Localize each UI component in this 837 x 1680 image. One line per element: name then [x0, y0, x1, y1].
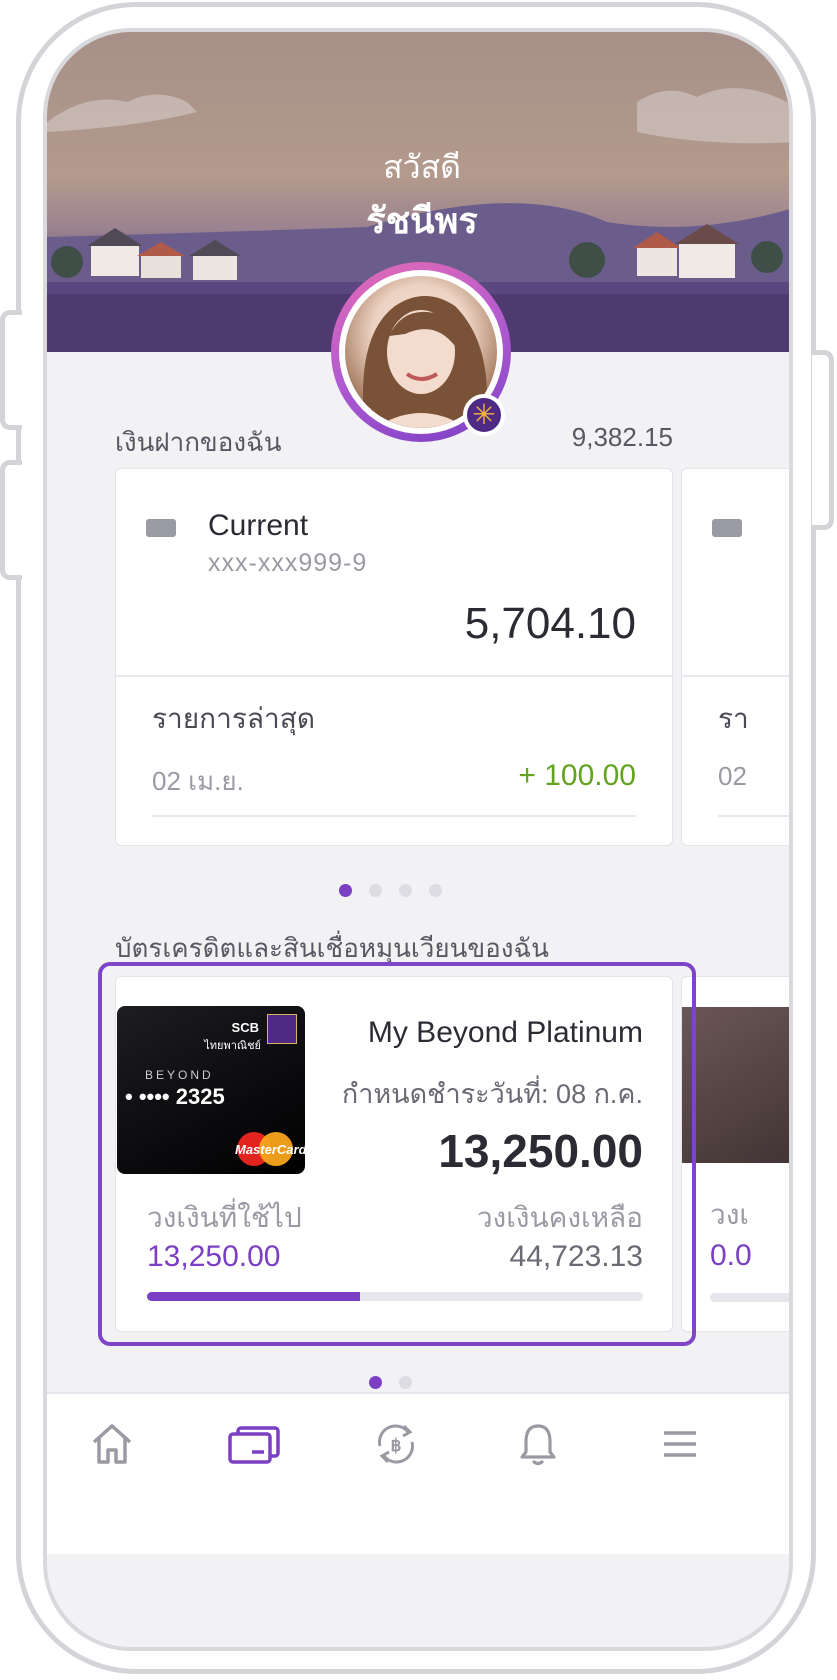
divider [718, 815, 789, 817]
recent-transaction-amount: + 100.00 [518, 759, 636, 792]
account-card-icon [146, 519, 176, 537]
profile-avatar[interactable]: ✳ [331, 262, 511, 442]
divider [116, 675, 672, 677]
app-screen: สวัสดี รัชนีพร ✳ เงินฝากของฉัน 9,382.15 … [43, 28, 793, 1651]
bitcoin-exchange-icon: ฿ [378, 1424, 414, 1464]
phone-side-button [812, 350, 834, 530]
account-balance: 5,704.10 [464, 599, 636, 648]
used-limit-value: 0.0 [710, 1239, 752, 1272]
card-image [682, 1007, 789, 1163]
nav-home[interactable] [72, 1414, 152, 1474]
user-name: รัชนีพร [366, 200, 478, 241]
phone-side-button [0, 310, 22, 430]
recent-transaction-date: 02 เม.ย. [152, 766, 244, 796]
bell-icon [520, 1424, 556, 1466]
deposits-pager-dot[interactable] [399, 884, 412, 897]
credit-card-highlight [98, 962, 696, 1346]
menu-icon [664, 1431, 696, 1457]
greeting-text: สวัสดี [383, 149, 461, 185]
credit-pager-dot[interactable] [369, 1376, 382, 1389]
home-icon [92, 1424, 132, 1464]
account-card-next[interactable]: รา 02 [681, 468, 789, 846]
recent-transaction-title: รา [718, 703, 749, 734]
phone-side-button [0, 460, 22, 580]
used-limit-label: วงเ [710, 1199, 749, 1230]
account-name: Current [208, 509, 309, 542]
credit-card-next[interactable]: วงเ 0.0 [681, 976, 789, 1332]
recent-transaction-date: 02 [718, 761, 747, 791]
deposits-total: 9,382.15 [571, 422, 673, 452]
cards-icon [228, 1426, 280, 1464]
divider [152, 815, 636, 817]
nav-transfer[interactable]: ฿ [356, 1414, 436, 1474]
usage-bar [710, 1293, 789, 1302]
deposits-title: เงินฝากของฉัน [115, 427, 282, 457]
account-number: xxx-xxx999-9 [208, 549, 368, 577]
deposits-pager-dot[interactable] [429, 884, 442, 897]
deposits-pager-dot[interactable] [339, 884, 352, 897]
deposits-pager-dot[interactable] [369, 884, 382, 897]
bottom-navigation: ฿ [47, 1392, 789, 1554]
divider [682, 675, 789, 677]
nav-menu[interactable] [640, 1414, 720, 1474]
nav-notifications[interactable] [498, 1414, 578, 1474]
nav-cards[interactable] [214, 1414, 294, 1474]
recent-transaction-title: รายการล่าสุด [152, 703, 316, 734]
svg-text:฿: ฿ [391, 1436, 402, 1455]
account-card-icon [712, 519, 742, 537]
account-card[interactable]: Current xxx-xxx999-9 5,704.10 รายการล่าส… [115, 468, 673, 846]
credit-pager-dot[interactable] [399, 1376, 412, 1389]
